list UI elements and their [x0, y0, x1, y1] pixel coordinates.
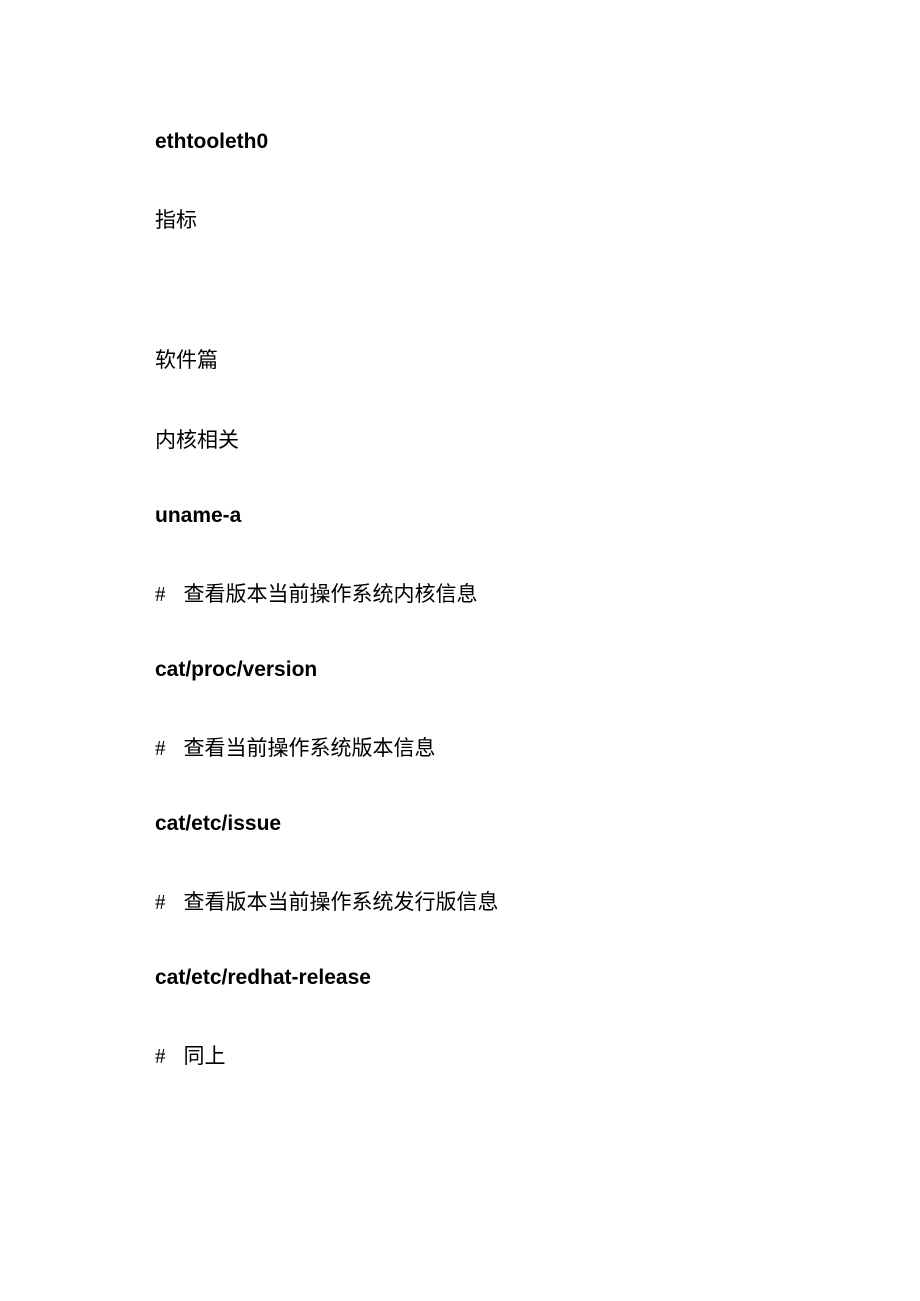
heading-proc-version: cat/proc/version [155, 658, 765, 682]
hash-symbol: # [155, 736, 166, 761]
hash-symbol: # [155, 1044, 166, 1069]
comment-kernel-info: # 查看版本当前操作系统内核信息 [155, 578, 765, 608]
heading-redhat-release: cat/etc/redhat-release [155, 966, 765, 990]
comment-release-info: # 查看版本当前操作系统发行版信息 [155, 886, 765, 916]
comment-same-above: # 同上 [155, 1040, 765, 1070]
para-indicator: 指标 [155, 204, 765, 234]
comment-text: 查看版本当前操作系统内核信息 [184, 582, 478, 606]
comment-text: 查看当前操作系统版本信息 [184, 736, 436, 760]
hash-symbol: # [155, 582, 166, 607]
comment-text: 同上 [184, 1044, 226, 1068]
comment-version-info: # 查看当前操作系统版本信息 [155, 732, 765, 762]
heading-uname: uname-a [155, 504, 765, 528]
hash-symbol: # [155, 890, 166, 915]
para-software-section: 软件篇 [155, 344, 765, 374]
comment-text: 查看版本当前操作系统发行版信息 [184, 890, 499, 914]
heading-etc-issue: cat/etc/issue [155, 812, 765, 836]
heading-ethtool: ethtooleth0 [155, 130, 765, 154]
para-kernel-related: 内核相关 [155, 424, 765, 454]
